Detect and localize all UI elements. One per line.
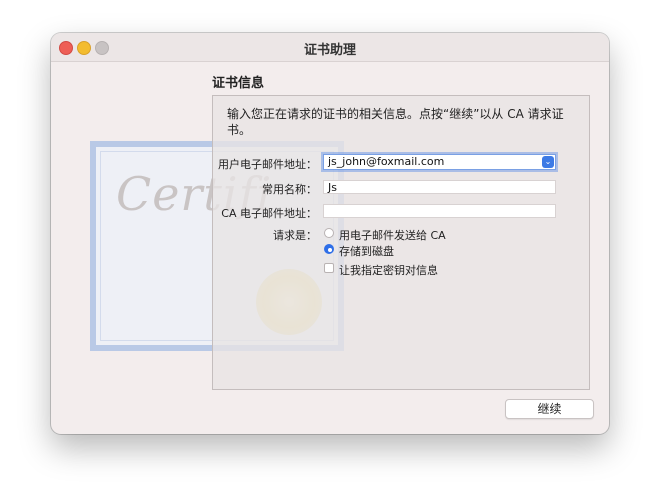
common-name-label: 常用名称： [262,183,317,196]
email-label: 用户电子邮件地址： [218,158,317,171]
title-bar: 证书助理 [51,33,609,62]
ca-email-field[interactable] [323,204,556,218]
certificate-assistant-window: 证书助理 Certifi 证书信息 输入您正在请求的证书的相关信息。点按“继续”… [51,33,609,434]
save-to-disk-label[interactable]: 存储到磁盘 [339,243,394,259]
specify-key-pair-checkbox[interactable] [324,263,334,273]
email-field-value: js_john@foxmail.com [328,155,445,168]
save-to-disk-radio[interactable] [324,244,334,254]
email-to-ca-label[interactable]: 用电子邮件发送给 CA [339,227,446,243]
request-label: 请求是： [273,229,317,242]
email-field[interactable]: js_john@foxmail.com ⌄ [323,154,556,170]
continue-button[interactable]: 继续 [505,399,594,419]
common-name-field[interactable]: Js [323,180,556,194]
email-to-ca-radio[interactable] [324,228,334,238]
window-title: 证书助理 [303,43,356,58]
specify-key-pair-label[interactable]: 让我指定密钥对信息 [339,262,438,278]
intro-text: 输入您正在请求的证书的相关信息。点按“继续”以从 CA 请求证书。 [227,107,564,137]
chevron-down-icon[interactable]: ⌄ [542,156,554,168]
common-name-value: Js [328,181,337,194]
ca-email-label: CA 电子邮件地址： [221,207,317,220]
section-title: 证书信息 [212,76,265,91]
